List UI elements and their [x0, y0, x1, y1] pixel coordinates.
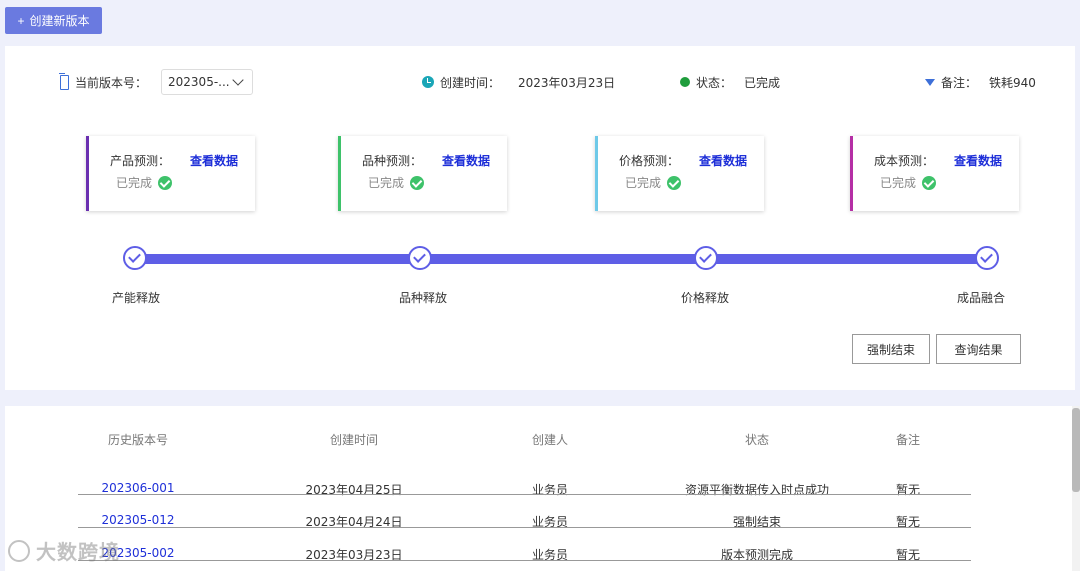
step-check-icon [694, 246, 718, 270]
force-end-button[interactable]: 强制结束 [852, 334, 930, 364]
card-accent-bar [338, 136, 341, 211]
price-forecast-card: 价格预测： 查看数据 已完成 [595, 136, 764, 211]
check-circle-icon [667, 175, 682, 190]
row-divider [78, 494, 971, 495]
watermark-logo-icon [8, 539, 30, 562]
create-version-label: 创建新版本 [29, 14, 90, 28]
card-title: 价格预测： [619, 154, 680, 168]
history-table: 历史版本号 创建时间 创建人 状态 备注 202306-001 2023年04月… [5, 406, 1075, 571]
card-title: 品种预测： [362, 154, 423, 168]
table-cell: 2023年04月25日 [305, 483, 403, 497]
check-circle-icon [158, 175, 173, 190]
table-cell: 业务员 [531, 483, 569, 497]
row-divider [78, 560, 971, 561]
plus-icon: + [17, 13, 25, 28]
version-info-row: 当前版本号： 202305-... 创建时间： 2023年03月23日 状态： … [5, 46, 1075, 118]
table-header: 创建人 [531, 433, 569, 447]
card-status: 已完成 [880, 176, 917, 190]
view-data-link[interactable]: 查看数据 [699, 152, 747, 169]
view-data-link[interactable]: 查看数据 [442, 152, 490, 169]
card-title: 产品预测： [110, 154, 171, 168]
step-label: 成品融合 [956, 291, 1006, 305]
card-accent-bar [850, 136, 853, 211]
table-header: 创建时间 [329, 433, 379, 447]
current-version-panel: 当前版本号： 202305-... 创建时间： 2023年03月23日 状态： … [5, 46, 1075, 390]
card-accent-bar [86, 136, 89, 211]
version-label: 当前版本号： [75, 75, 148, 90]
query-result-button[interactable]: 查询结果 [936, 334, 1021, 364]
table-cell: 暂无 [895, 483, 921, 497]
card-accent-bar [595, 136, 598, 211]
created-value: 2023年03月23日 [518, 75, 616, 90]
variety-forecast-card: 品种预测： 查看数据 已完成 [338, 136, 507, 211]
triangle-down-icon [925, 78, 935, 86]
watermark: 大数跨境 [8, 536, 120, 565]
view-data-link[interactable]: 查看数据 [954, 152, 1002, 169]
view-data-link[interactable]: 查看数据 [190, 152, 238, 169]
check-circle-icon [922, 175, 937, 190]
step-check-icon [123, 246, 147, 270]
document-icon [59, 72, 69, 90]
chevron-down-icon [232, 73, 244, 86]
product-forecast-card: 产品预测： 查看数据 已完成 [86, 136, 255, 211]
version-link[interactable]: 202306-001 [101, 481, 174, 495]
card-status: 已完成 [116, 176, 153, 190]
version-info: 当前版本号： 202305-... [59, 69, 254, 95]
table-cell: 资源平衡数据传入时点成功 [684, 483, 830, 497]
version-select-value: 202305-... [168, 75, 230, 89]
table-header: 备注 [895, 433, 921, 447]
table-header: 历史版本号 [107, 433, 169, 447]
version-link[interactable]: 202305-012 [101, 513, 174, 527]
status-info: 状态： 已完成 [680, 73, 780, 91]
status-value: 已完成 [744, 75, 781, 90]
version-select[interactable]: 202305-... [161, 69, 254, 95]
card-title: 成本预测： [874, 154, 935, 168]
create-version-button[interactable]: + 创建新版本 [5, 7, 102, 34]
status-dot-icon [680, 77, 690, 87]
step-label: 产能释放 [111, 291, 161, 305]
card-status: 已完成 [625, 176, 662, 190]
scrollbar-thumb[interactable] [1072, 408, 1080, 492]
created-label: 创建时间： [440, 75, 501, 90]
table-header: 状态 [744, 433, 770, 447]
status-label: 状态： [696, 75, 733, 90]
note-label: 备注： [941, 75, 978, 90]
note-info: 备注： 铁耗940 [925, 73, 1036, 91]
cost-forecast-card: 成本预测： 查看数据 已完成 [850, 136, 1019, 211]
step-check-icon [975, 246, 999, 270]
note-value: 铁耗940 [989, 75, 1036, 90]
clock-icon [422, 76, 434, 88]
row-divider [78, 527, 971, 528]
step-label: 品种释放 [398, 291, 448, 305]
card-status: 已完成 [368, 176, 405, 190]
created-info: 创建时间： 2023年03月23日 [422, 73, 615, 91]
step-label: 价格释放 [680, 291, 730, 305]
step-check-icon [408, 246, 432, 270]
watermark-text: 大数跨境 [36, 540, 120, 564]
progress-track [135, 254, 995, 264]
check-circle-icon [410, 175, 425, 190]
